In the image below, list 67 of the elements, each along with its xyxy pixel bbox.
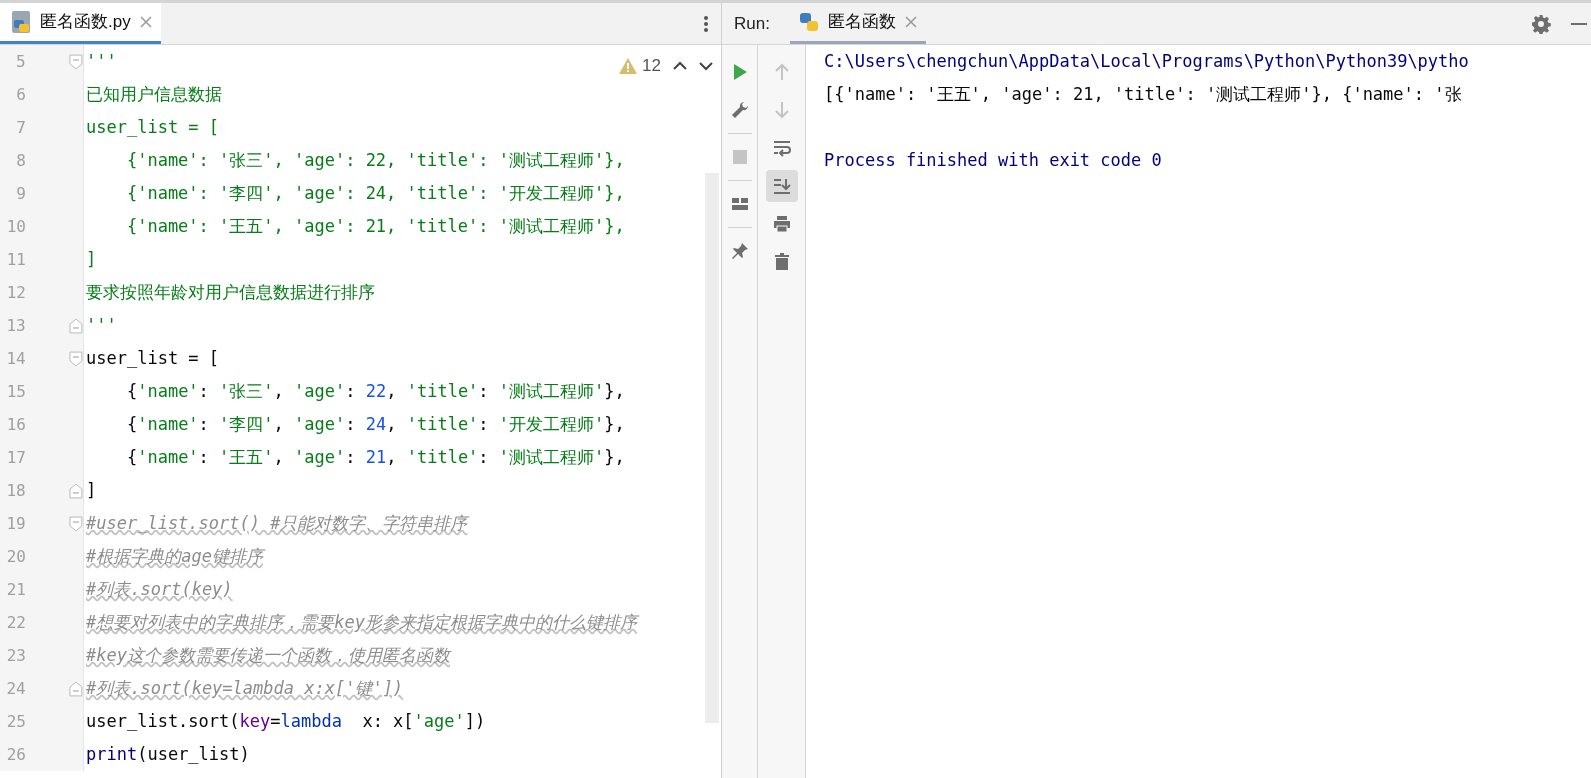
code-line: user_list.sort(key=lambda x: x['age']): [85, 709, 486, 733]
line-number: 22: [5, 611, 26, 634]
line-number: 14: [5, 347, 26, 370]
line-number: 23: [5, 644, 26, 667]
more-icon[interactable]: [703, 14, 709, 33]
code-line: #列表.sort(key=lambda x:x['键']): [85, 676, 404, 700]
line-number: 11: [5, 248, 26, 271]
code-line: ]: [85, 478, 97, 502]
fold-icon[interactable]: [69, 482, 83, 499]
scroll-to-end-icon: [771, 176, 792, 196]
code-line: 要求按照年龄对用户信息数据进行排序: [85, 280, 375, 304]
fold-icon[interactable]: [69, 680, 83, 697]
close-icon[interactable]: [138, 15, 153, 29]
fold-icon[interactable]: [69, 53, 83, 70]
code-line: ''': [85, 313, 117, 337]
line-number: 8: [15, 149, 26, 172]
file-tab[interactable]: 匿名函数.py: [0, 3, 161, 44]
python-icon: [797, 11, 820, 33]
line-number: 15: [5, 380, 26, 403]
line-number: 16: [5, 413, 26, 436]
code-line: ]: [85, 247, 97, 271]
output-line: C:\Users\chengchun\AppData\Local\Programs\Python\Python39\pytho: [824, 50, 1470, 73]
chevron-up-icon[interactable]: [673, 60, 687, 71]
close-icon[interactable]: [903, 15, 918, 29]
code-line: {'name': '李四', 'age': 24, 'title': '开发工程师'},: [125, 181, 625, 205]
soft-wrap-icon: [771, 138, 792, 158]
line-number: 5: [15, 50, 26, 73]
line-number: 12: [5, 281, 26, 304]
code-line: 已知用户信息数据: [85, 82, 222, 106]
line-number: 10: [5, 215, 26, 238]
line-number: 20: [5, 545, 26, 568]
printer-icon: [771, 214, 792, 234]
line-number: 21: [5, 578, 26, 601]
line-number: 26: [5, 743, 26, 766]
fold-icon[interactable]: [69, 515, 83, 532]
line-number: 19: [5, 512, 26, 535]
settings-icon[interactable]: [1531, 13, 1551, 34]
line-number: 18: [5, 479, 26, 502]
scroll-to-end-button[interactable]: [765, 170, 798, 202]
panel-label: Run:: [734, 12, 770, 35]
code-line: {'name': '李四', 'age': 24, 'title': '开发工程师'},: [125, 412, 625, 436]
fold-icon[interactable]: [69, 350, 83, 367]
fold-icon[interactable]: [69, 317, 83, 334]
line-number: 17: [5, 446, 26, 469]
code-line: user_list = [: [85, 115, 220, 139]
line-number: 7: [15, 116, 26, 139]
code-line: #列表.sort(key): [85, 577, 233, 601]
line-number: 25: [5, 710, 26, 733]
run-tab[interactable]: 匿名函数: [789, 3, 926, 44]
code-line: #key这个参数需要传递一个函数，使用匿名函数: [85, 643, 450, 667]
chevron-down-icon[interactable]: [699, 60, 713, 71]
line-number: 6: [15, 83, 26, 106]
code-line: {'name': '王五', 'age': 21, 'title': '测试工程师'},: [125, 214, 625, 238]
line-number: 24: [5, 677, 26, 700]
code-line: ''': [85, 49, 117, 73]
line-number: 9: [15, 182, 26, 205]
code-line: {'name': '张三', 'age': 22, 'title': '测试工程师'},: [125, 379, 625, 403]
code-line: {'name': '王五', 'age': 21, 'title': '测试工程师'},: [125, 445, 625, 469]
code-line: #user_list.sort() #只能对数字、字符串排序: [85, 511, 468, 535]
code-line: print(user_list): [85, 742, 250, 766]
output-line: [{'name': '王五', 'age': 21, 'title': '测试工程师'}, {'name': '张: [824, 83, 1463, 106]
code-line: user_list = [: [85, 346, 220, 370]
line-number: 13: [5, 314, 26, 337]
warning-icon: [618, 56, 639, 75]
code-line: {'name': '张三', 'age': 22, 'title': '测试工程师'},: [125, 148, 625, 172]
warning-count: 12: [642, 55, 661, 77]
output-line: Process finished with exit code 0: [824, 149, 1163, 172]
